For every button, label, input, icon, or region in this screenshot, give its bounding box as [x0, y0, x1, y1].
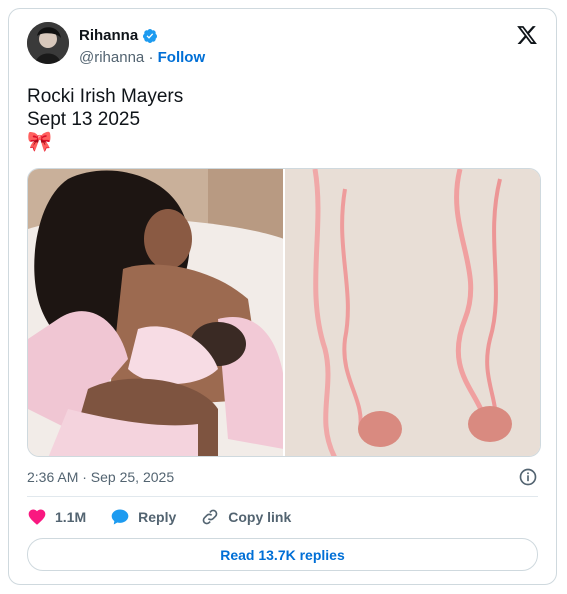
- reply-bubble-icon: [111, 509, 129, 525]
- tweet-text: Rocki Irish Mayers Sept 13 2025 🎀: [27, 85, 183, 154]
- read-replies-button[interactable]: Read 13.7K replies: [27, 538, 538, 571]
- copy-link-label: Copy link: [228, 509, 292, 525]
- like-count: 1.1M: [55, 509, 87, 525]
- handle-row: @rihanna · Follow: [79, 49, 205, 66]
- divider: [27, 496, 538, 497]
- reply-label: Reply: [138, 509, 177, 525]
- author-name-row[interactable]: Rihanna: [79, 27, 158, 44]
- tweet-line-2: Sept 13 2025: [27, 109, 141, 130]
- follow-button[interactable]: Follow: [158, 49, 206, 66]
- media-grid: [27, 168, 541, 457]
- link-icon: [202, 509, 218, 525]
- copy-link-button[interactable]: Copy link: [200, 507, 291, 527]
- x-logo-icon[interactable]: [516, 24, 538, 46]
- reply-button[interactable]: Reply: [110, 507, 176, 527]
- avatar[interactable]: [27, 22, 69, 64]
- like-button[interactable]: 1.1M: [27, 507, 86, 527]
- author-handle[interactable]: @rihanna: [79, 49, 144, 66]
- heart-icon: [28, 509, 46, 525]
- author-name[interactable]: Rihanna: [79, 27, 138, 44]
- action-bar: 1.1M Reply Copy link: [27, 507, 315, 527]
- photo-ribbons[interactable]: [285, 169, 540, 456]
- post-timestamp[interactable]: 2:36 AM · Sep 25, 2025: [27, 469, 174, 485]
- tweet-card: Rihanna @rihanna · Follow Rocki Irish Ma…: [8, 8, 557, 585]
- photo-mother-baby[interactable]: [28, 169, 283, 456]
- tweet-line-1: Rocki Irish Mayers: [27, 86, 184, 107]
- ribbon-emoji: 🎀: [27, 131, 52, 153]
- info-icon[interactable]: [518, 467, 538, 487]
- separator: ·: [148, 49, 154, 66]
- verified-badge-icon: [143, 28, 158, 43]
